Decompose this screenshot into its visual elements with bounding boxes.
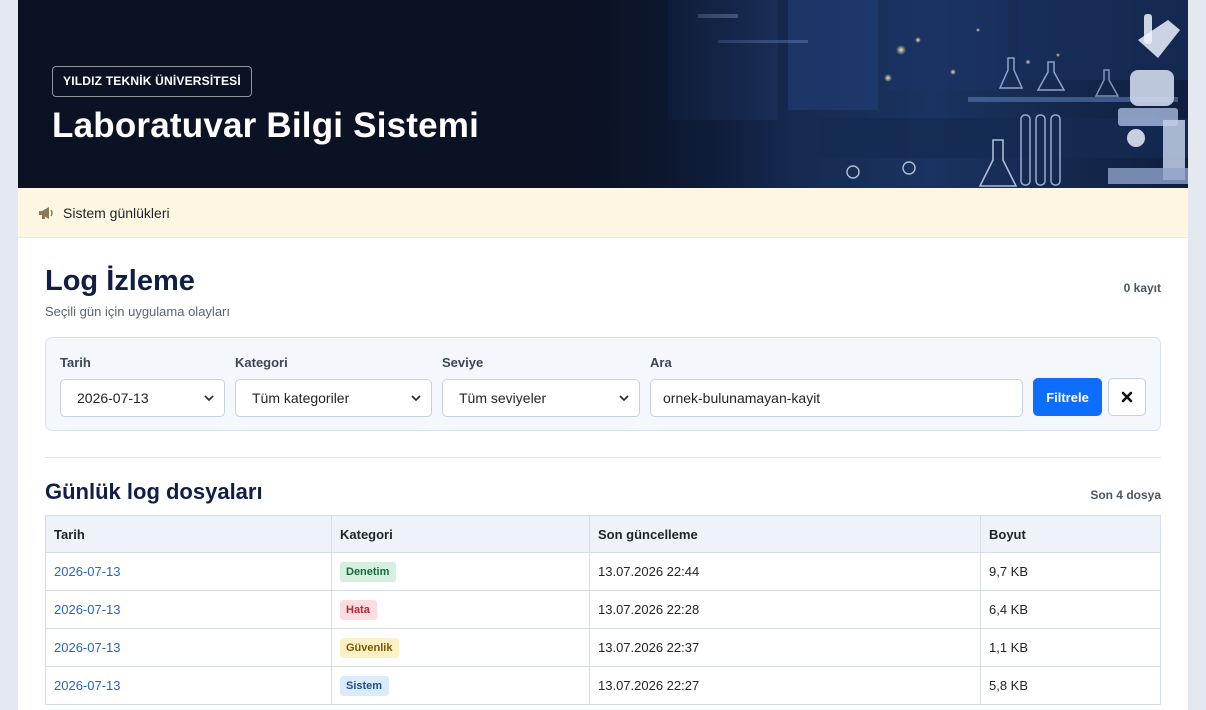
table-header-row: Tarih Kategori Son güncelleme Boyut xyxy=(45,515,1161,553)
search-filter: Ara ornek-bulunamayan-kayit xyxy=(650,355,1023,417)
date-label: Tarih xyxy=(60,355,91,370)
hero-banner: YILDIZ TEKNİK ÜNİVERSİTESİ Laboratuvar B… xyxy=(18,0,1188,188)
notice-bar: Sistem günlükleri xyxy=(18,188,1188,238)
filter-button[interactable]: Filtrele xyxy=(1033,378,1102,416)
university-badge: YILDIZ TEKNİK ÜNİVERSİTESİ xyxy=(52,66,252,97)
category-badge-system: Sistem xyxy=(340,675,390,696)
level-select-value: Tüm seviyeler xyxy=(459,390,547,406)
category-filter: Kategori Tüm kategoriler xyxy=(235,355,432,417)
log-files-meta: Son 4 dosya xyxy=(1090,488,1161,502)
search-input-value: ornek-bulunamayan-kayit xyxy=(663,390,821,406)
log-files-table: Tarih Kategori Son güncelleme Boyut 2026… xyxy=(45,515,1161,705)
category-badge-audit: Denetim xyxy=(340,561,397,582)
page-subtitle: Seçili gün için uygulama olayları xyxy=(45,304,230,319)
level-filter: Seviye Tüm seviyeler xyxy=(442,355,640,417)
notice-text: Sistem günlükleri xyxy=(63,204,170,221)
log-date-link[interactable]: 2026-07-13 xyxy=(54,602,121,617)
updated-cell: 13.07.2026 22:44 xyxy=(589,552,981,591)
category-label: Kategori xyxy=(235,355,288,370)
column-header-updated: Son güncelleme xyxy=(589,515,981,553)
log-date-link[interactable]: 2026-07-13 xyxy=(54,640,121,655)
size-cell: 1,1 KB xyxy=(980,628,1161,667)
column-header-date: Tarih xyxy=(45,515,332,553)
main-content: Log İzleme Seçili gün için uygulama olay… xyxy=(18,238,1188,705)
date-select-value: 2026-07-13 xyxy=(77,390,149,406)
page-container: YILDIZ TEKNİK ÜNİVERSİTESİ Laboratuvar B… xyxy=(18,0,1188,710)
log-date-link[interactable]: 2026-07-13 xyxy=(54,564,121,579)
category-select[interactable]: Tüm kategoriler xyxy=(235,379,432,417)
search-input[interactable]: ornek-bulunamayan-kayit xyxy=(650,379,1023,417)
log-files-header: Günlük log dosyaları Son 4 dosya xyxy=(45,458,1161,515)
category-badge-security: Güvenlik xyxy=(340,637,400,658)
close-icon xyxy=(1121,391,1133,403)
megaphone-icon xyxy=(39,206,53,219)
level-label: Seviye xyxy=(442,355,484,370)
table-row: 2026-07-13 Sistem 13.07.2026 22:27 5,8 K… xyxy=(45,666,1161,705)
app-title: Laboratuvar Bilgi Sistemi xyxy=(52,106,480,145)
table-row: 2026-07-13 Hata 13.07.2026 22:28 6,4 KB xyxy=(45,590,1161,629)
table-row: 2026-07-13 Denetim 13.07.2026 22:44 9,7 … xyxy=(45,552,1161,591)
record-count: 0 kayıt xyxy=(1123,281,1161,295)
column-header-size: Boyut xyxy=(980,515,1161,553)
page-header: Log İzleme Seçili gün için uygulama olay… xyxy=(45,238,1161,337)
size-cell: 9,7 KB xyxy=(980,552,1161,591)
chevron-down-icon xyxy=(411,394,421,401)
level-select[interactable]: Tüm seviyeler xyxy=(442,379,640,417)
filter-panel: Tarih 2026-07-13 Kategori Tüm kategorile… xyxy=(45,337,1161,431)
date-filter: Tarih 2026-07-13 xyxy=(60,355,225,417)
log-date-link[interactable]: 2026-07-13 xyxy=(54,678,121,693)
log-files-title: Günlük log dosyaları xyxy=(45,479,263,504)
category-select-value: Tüm kategoriler xyxy=(252,390,350,406)
chevron-down-icon xyxy=(619,394,629,401)
updated-cell: 13.07.2026 22:28 xyxy=(589,590,981,629)
clear-filters-button[interactable] xyxy=(1108,378,1146,416)
size-cell: 6,4 KB xyxy=(980,590,1161,629)
column-header-category: Kategori xyxy=(331,515,590,553)
table-row: 2026-07-13 Güvenlik 13.07.2026 22:37 1,1… xyxy=(45,628,1161,667)
updated-cell: 13.07.2026 22:37 xyxy=(589,628,981,667)
date-select[interactable]: 2026-07-13 xyxy=(60,379,225,417)
size-cell: 5,8 KB xyxy=(980,666,1161,705)
search-label: Ara xyxy=(650,355,672,370)
updated-cell: 13.07.2026 22:27 xyxy=(589,666,981,705)
page-title: Log İzleme xyxy=(45,265,195,297)
chevron-down-icon xyxy=(204,394,214,401)
category-badge-error: Hata xyxy=(340,599,377,620)
